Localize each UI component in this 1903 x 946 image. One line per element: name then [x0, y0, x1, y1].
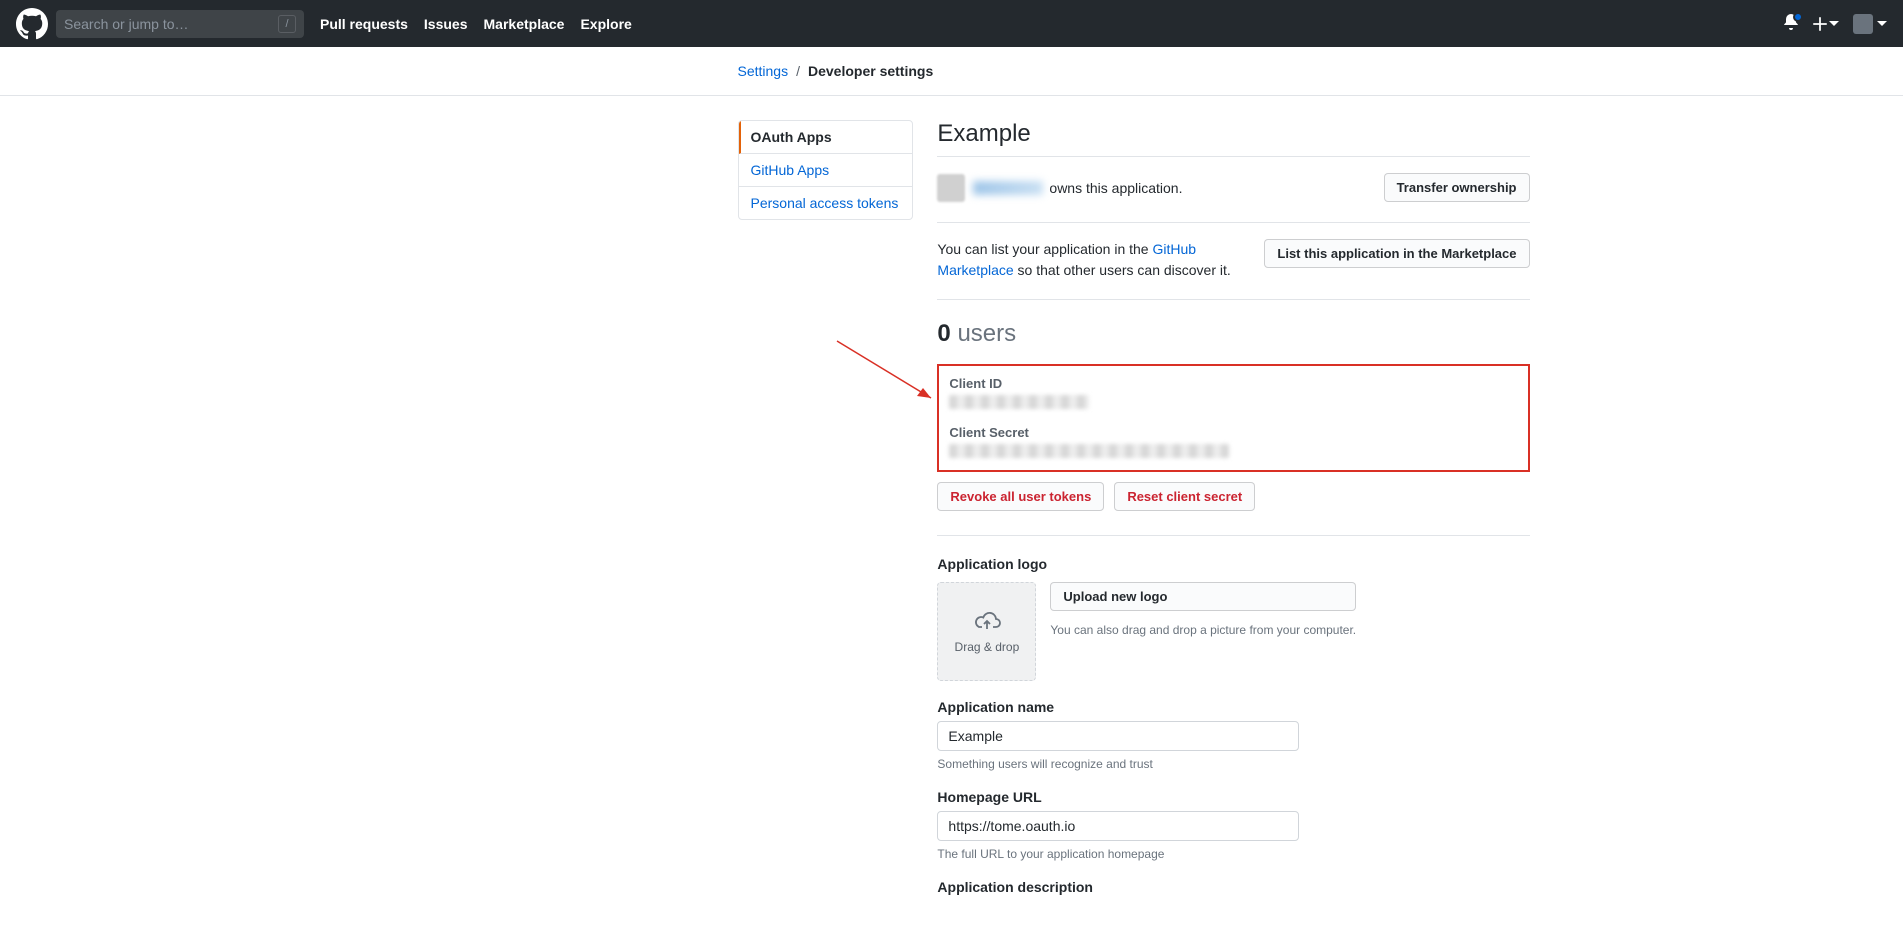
application-description-label: Application description: [937, 879, 1529, 895]
application-logo-label: Application logo: [937, 535, 1529, 572]
cloud-upload-icon: [973, 610, 1001, 632]
owner-avatar: [937, 174, 965, 202]
client-secret-label: Client Secret: [949, 425, 1517, 440]
application-name-help: Something users will recognize and trust: [937, 757, 1529, 771]
list-in-marketplace-button[interactable]: List this application in the Marketplace: [1264, 239, 1529, 268]
notification-dot: [1793, 12, 1803, 22]
revoke-tokens-button[interactable]: Revoke all user tokens: [937, 482, 1104, 511]
client-id-value: [949, 395, 1089, 409]
users-label: users: [957, 320, 1016, 347]
breadcrumb-current: Developer settings: [808, 63, 933, 79]
homepage-url-label: Homepage URL: [937, 789, 1529, 805]
marketplace-row: You can list your application in the Git…: [937, 239, 1529, 300]
search-box[interactable]: /: [56, 10, 304, 38]
header-right: [1783, 14, 1887, 34]
nav-pull-requests[interactable]: Pull requests: [320, 16, 408, 32]
settings-sidebar: OAuth Apps GitHub Apps Personal access t…: [738, 120, 914, 220]
user-menu[interactable]: [1853, 14, 1887, 34]
primary-nav: Pull requests Issues Marketplace Explore: [320, 16, 632, 32]
client-id-label: Client ID: [949, 376, 1517, 391]
nav-explore[interactable]: Explore: [580, 16, 631, 32]
marketplace-text-prefix: You can list your application in the: [937, 241, 1152, 257]
owner-text: owns this application.: [1049, 180, 1182, 196]
avatar: [1853, 14, 1873, 34]
application-name-input[interactable]: [937, 721, 1299, 751]
client-secret-value: [949, 444, 1229, 458]
owner-row: owns this application. Transfer ownershi…: [937, 173, 1529, 223]
github-logo[interactable]: [16, 8, 48, 40]
owner-username[interactable]: [973, 181, 1043, 195]
sidebar-item-github-apps[interactable]: GitHub Apps: [739, 154, 913, 187]
search-input[interactable]: [64, 16, 278, 32]
drag-drop-text: Drag & drop: [955, 640, 1020, 654]
content-area: Example owns this application. Transfer …: [937, 120, 1529, 901]
logo-row: Drag & drop Upload new logo You can also…: [937, 582, 1529, 681]
application-name-label: Application name: [937, 699, 1529, 715]
homepage-url-help: The full URL to your application homepag…: [937, 847, 1529, 861]
page-title: Example: [937, 120, 1529, 157]
breadcrumb-separator: /: [796, 63, 800, 79]
search-slash-hint: /: [278, 15, 296, 33]
users-count: 0 users: [937, 320, 1529, 348]
annotation-arrow-icon: [829, 336, 949, 416]
nav-issues[interactable]: Issues: [424, 16, 468, 32]
upload-hint: You can also drag and drop a picture fro…: [1050, 623, 1356, 637]
client-credentials-box: Client ID Client Secret: [937, 364, 1529, 472]
marketplace-text-suffix: so that other users can discover it.: [1014, 262, 1231, 278]
breadcrumb-bar: Settings / Developer settings: [0, 47, 1903, 96]
users-number: 0: [937, 320, 950, 347]
nav-marketplace[interactable]: Marketplace: [484, 16, 565, 32]
transfer-ownership-button[interactable]: Transfer ownership: [1384, 173, 1530, 202]
create-new-dropdown[interactable]: [1813, 17, 1839, 31]
drag-drop-zone[interactable]: Drag & drop: [937, 582, 1036, 681]
upload-logo-button[interactable]: Upload new logo: [1050, 582, 1356, 611]
token-buttons-row: Revoke all user tokens Reset client secr…: [937, 482, 1529, 511]
sidebar-item-personal-access-tokens[interactable]: Personal access tokens: [739, 187, 913, 219]
sidebar-item-oauth-apps[interactable]: OAuth Apps: [739, 121, 913, 154]
notifications-icon[interactable]: [1783, 14, 1799, 33]
homepage-url-input[interactable]: [937, 811, 1299, 841]
breadcrumb-settings[interactable]: Settings: [738, 63, 789, 79]
main-layout: OAuth Apps GitHub Apps Personal access t…: [358, 96, 1546, 925]
global-header: / Pull requests Issues Marketplace Explo…: [0, 0, 1903, 47]
reset-secret-button[interactable]: Reset client secret: [1114, 482, 1255, 511]
